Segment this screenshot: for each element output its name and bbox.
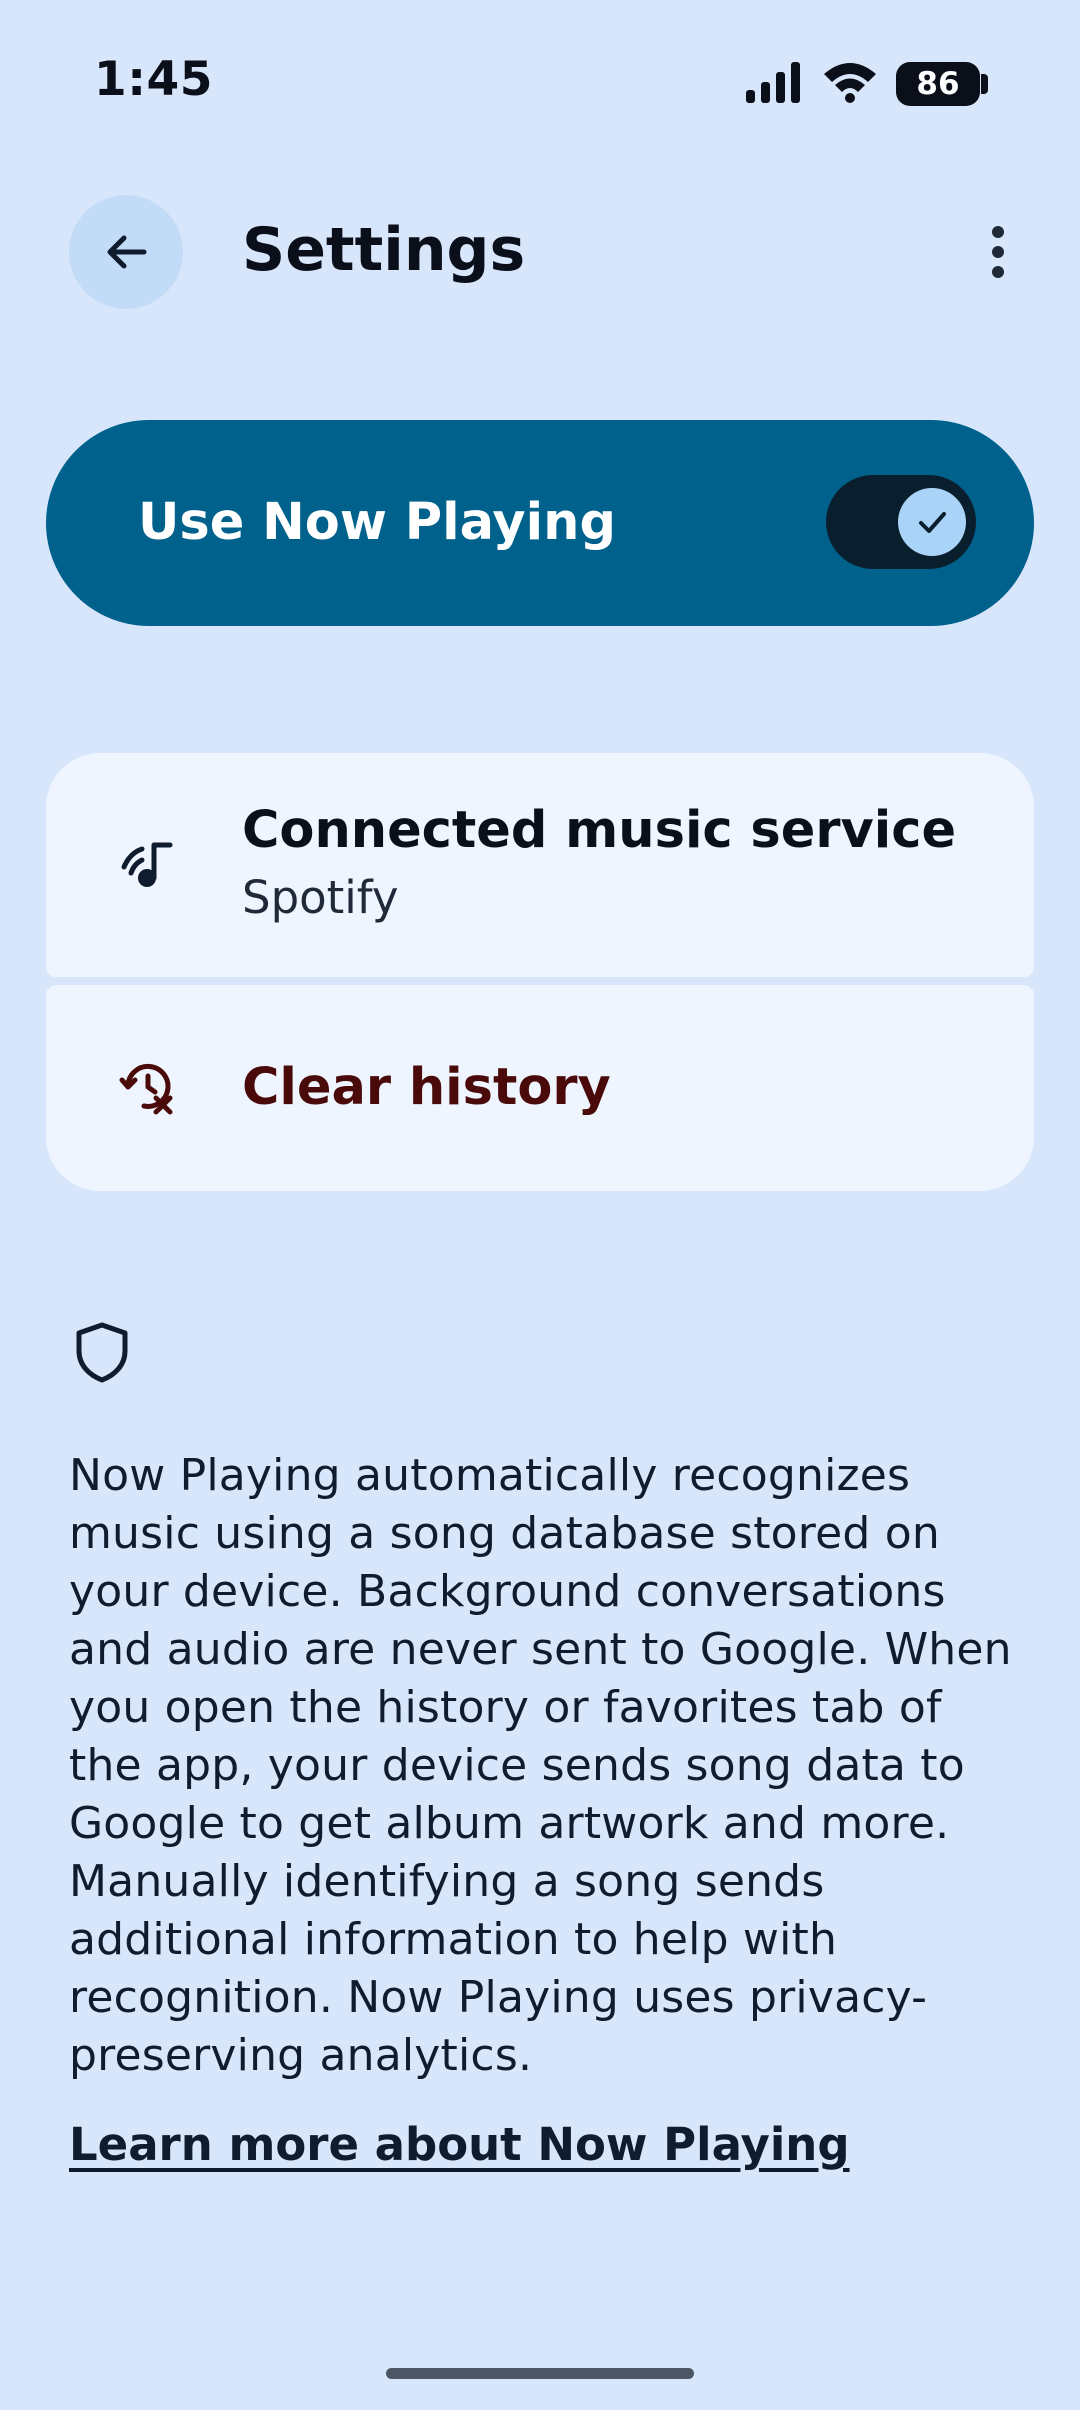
- learn-more-link[interactable]: Learn more about Now Playing: [69, 2118, 850, 2171]
- page-title: Settings: [242, 215, 526, 285]
- connected-music-service-title: Connected music service: [242, 801, 957, 860]
- shield-icon: [72, 1320, 132, 1384]
- clear-history-item[interactable]: Clear history: [46, 985, 1034, 1191]
- gesture-nav-handle[interactable]: [386, 2368, 694, 2379]
- status-icons: 86: [744, 60, 988, 108]
- arrow-back-icon: [107, 235, 147, 269]
- more-options-button[interactable]: [968, 222, 1028, 282]
- use-now-playing-label: Use Now Playing: [138, 493, 616, 552]
- signal-icon: [744, 60, 804, 108]
- wifi-icon: [822, 60, 878, 108]
- status-bar: 1:45 86: [0, 0, 1080, 170]
- switch-thumb: [898, 488, 966, 556]
- battery-level: 86: [916, 66, 960, 102]
- battery-icon: 86: [896, 60, 988, 108]
- music-service-icon: [116, 833, 180, 897]
- connected-music-service-value: Spotify: [242, 871, 399, 924]
- history-clear-icon: [116, 1056, 180, 1120]
- more-vert-icon: [992, 226, 1004, 278]
- check-icon: [919, 512, 946, 533]
- use-now-playing-toggle-card[interactable]: Use Now Playing: [46, 420, 1034, 626]
- privacy-info-text: Now Playing automatically recognizes mus…: [69, 1450, 1012, 2081]
- connected-music-service-item[interactable]: Connected music service Spotify: [46, 753, 1034, 977]
- use-now-playing-switch[interactable]: [826, 475, 976, 569]
- clear-history-title: Clear history: [242, 1058, 611, 1117]
- settings-list: Connected music service Spotify Clear hi…: [46, 753, 1034, 1191]
- back-button[interactable]: [69, 195, 183, 309]
- status-time: 1:45: [94, 52, 213, 107]
